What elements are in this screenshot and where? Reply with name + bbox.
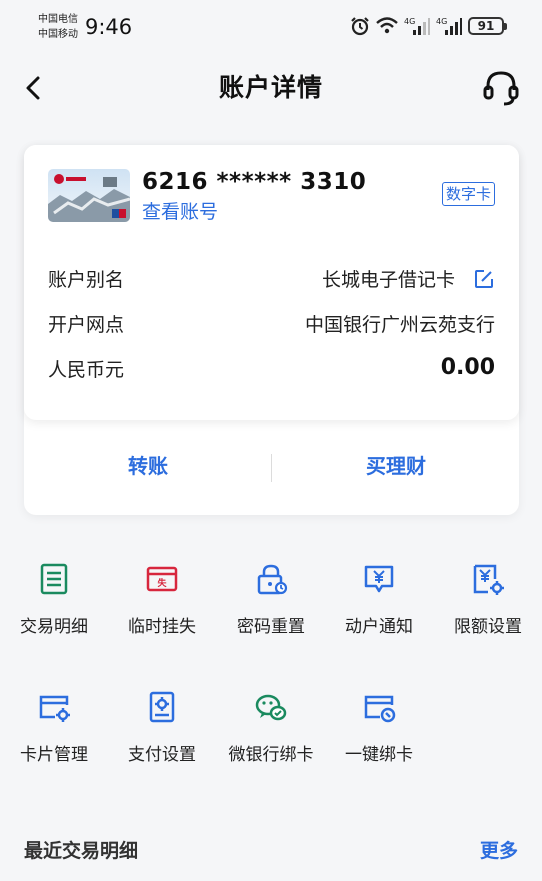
grid-item-password-reset[interactable]: 密码重置 [217, 562, 325, 637]
card-settings-icon [39, 695, 70, 722]
grid-item-account-alert[interactable]: 动户通知 [325, 562, 433, 637]
battery-indicator: 91 [468, 17, 507, 35]
view-account-link[interactable]: 查看账号 [142, 197, 218, 224]
branch-label: 开户网点 [48, 314, 125, 336]
card-actions: 转账 买理财 [24, 420, 519, 515]
alarm-icon [351, 17, 369, 36]
grid-item-wechat-bind[interactable]: 微银行绑卡 [217, 690, 325, 765]
branch-row: 开户网点 中国银行广州云苑支行 [48, 310, 495, 340]
customer-service-button[interactable] [480, 66, 522, 108]
more-link[interactable]: 更多 [480, 836, 518, 863]
digital-card-badge: 数字卡 [441, 182, 495, 206]
bank-card-image [48, 169, 130, 222]
grid-label: 密码重置 [237, 617, 305, 637]
grid-item-card-management[interactable]: 卡片管理 [0, 690, 108, 765]
yuan-settings-icon [473, 564, 504, 595]
buy-wealth-button[interactable]: 买理财 [296, 450, 496, 479]
lost-card-icon: 失 [146, 566, 178, 592]
grid-label: 卡片管理 [20, 745, 88, 765]
status-bar: 中国电信 中国移动 9:46 4G 4G 91 [0, 0, 542, 54]
headset-icon [483, 71, 519, 106]
alias-row: 账户别名 长城电子借记卡 [48, 265, 495, 295]
branch-value: 中国银行广州云苑支行 [304, 314, 495, 336]
grid-label: 交易明细 [20, 617, 88, 637]
yuan-notice-icon [364, 565, 394, 593]
grid-label: 临时挂失 [128, 617, 196, 637]
grid-item-transaction-details[interactable]: 交易明细 [0, 562, 108, 637]
account-card: 6216 ****** 3310 查看账号 数字卡 账户别名 长城电子借记卡 开… [24, 145, 519, 515]
alias-label: 账户别名 [48, 269, 125, 291]
recent-transactions-title: 最近交易明细 [24, 840, 139, 862]
grid-label: 微银行绑卡 [228, 745, 314, 765]
carrier-info: 中国电信 中国移动 [38, 12, 78, 42]
grid-item-report-loss[interactable]: 失 临时挂失 [108, 562, 216, 637]
quick-bind-card-icon [364, 695, 396, 723]
network-type-2: 4G [436, 17, 447, 26]
grid-item-limit-settings[interactable]: 限额设置 [434, 562, 542, 637]
grid-item-payment-settings[interactable]: 支付设置 [108, 690, 216, 765]
carrier-2: 中国移动 [38, 29, 78, 40]
svg-text:失: 失 [157, 577, 167, 589]
signal-icon-2: 4G [436, 17, 462, 35]
grid-label: 一键绑卡 [345, 745, 413, 765]
card-number: 6216 ****** 3310 [142, 169, 367, 195]
grid-label: 支付设置 [128, 745, 196, 765]
edit-icon[interactable] [473, 268, 495, 290]
network-type-1: 4G [404, 17, 415, 26]
balance-row: 人民币元 0.00 [48, 355, 495, 385]
system-icons: 4G 4G 91 [350, 16, 507, 36]
account-info-panel: 6216 ****** 3310 查看账号 数字卡 账户别名 长城电子借记卡 开… [24, 145, 519, 420]
balance-value: 0.00 [440, 355, 495, 380]
header: 账户详情 [0, 54, 542, 122]
carrier-1: 中国电信 [38, 14, 78, 25]
signal-icon: 4G [404, 17, 430, 35]
payment-settings-icon [149, 691, 175, 723]
grid-label: 动户通知 [345, 617, 413, 637]
alias-value: 长城电子借记卡 [321, 269, 455, 291]
currency-label: 人民币元 [48, 359, 125, 381]
ledger-icon [40, 563, 68, 595]
wifi-icon [376, 17, 398, 34]
wechat-bind-icon [255, 694, 287, 721]
transfer-button[interactable]: 转账 [48, 450, 248, 479]
grid-label: 限额设置 [454, 617, 522, 637]
action-divider [271, 454, 272, 482]
clock: 9:46 [85, 15, 133, 39]
page-title: 账户详情 [218, 73, 323, 102]
lock-reset-icon [257, 564, 288, 595]
grid-item-quick-bind[interactable]: 一键绑卡 [325, 690, 433, 765]
